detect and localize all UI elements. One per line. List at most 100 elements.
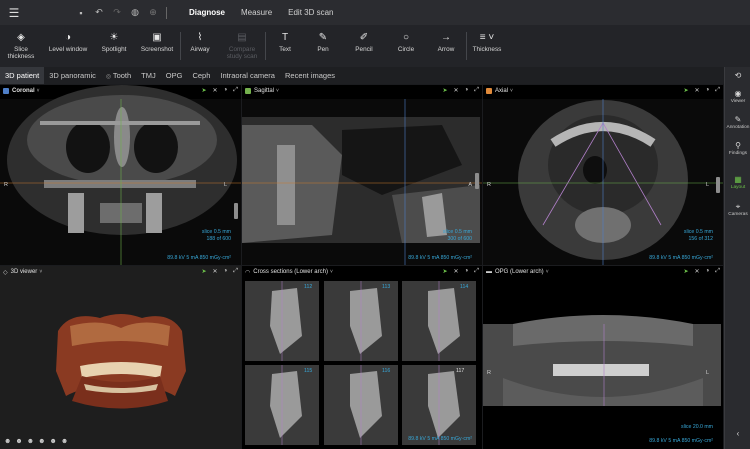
sidebar-label: Annotation [726, 125, 750, 130]
skull-bottom-icon[interactable]: ☻ [50, 438, 57, 445]
panel-controls: ➤ ✕ ◑ ⤢ [202, 268, 239, 275]
skull-front-icon[interactable]: ☻ [4, 438, 11, 445]
save-icon[interactable]: ▪ [76, 8, 86, 18]
sidebar-item-annotation[interactable]: ✎ Annotation [725, 115, 750, 130]
search-icon: ⚲ [735, 141, 741, 150]
slice-scrollbar[interactable] [475, 173, 479, 189]
contrast-icon[interactable]: ◑ [706, 268, 710, 275]
panel-title: OPG (Lower arch) [495, 269, 544, 275]
tab-tmj[interactable]: TMJ [136, 67, 161, 84]
level-window-icon: ◑ [64, 32, 72, 43]
collapse-sidebar-icon[interactable]: ‹ [725, 429, 750, 439]
section-number: 112 [304, 284, 313, 290]
expand-icon[interactable]: ⤢ [233, 87, 238, 94]
redo-icon[interactable]: ↷ [112, 7, 122, 18]
coronal-panel[interactable]: Coronal ˅ ➤ ✕ ◑ ⤢ R L slice 0.5 mm 188 of… [0, 85, 241, 265]
reset-view-icon[interactable]: ⟲ [725, 71, 750, 81]
expand-icon[interactable]: ⤢ [474, 268, 479, 275]
tab-3d-panoramic[interactable]: 3D panoramic [44, 67, 101, 84]
contrast-icon[interactable]: ◑ [465, 268, 469, 275]
expand-icon[interactable]: ⤢ [233, 268, 238, 275]
airway-icon: ⌇ [197, 32, 203, 43]
chevron-down-icon[interactable]: ˅ [510, 88, 513, 94]
circle-tool[interactable]: ○ Circle [386, 25, 426, 53]
panel-title: Sagittal [254, 88, 275, 94]
crosshair-icon[interactable]: ✕ [695, 87, 700, 94]
cross-sections-panel[interactable]: ◠ Cross sections (Lower arch) ˅ ➤ ✕ ◑ ⤢ … [242, 266, 482, 449]
slice-scrollbar[interactable] [716, 177, 720, 193]
thickness-tool[interactable]: ≡ ˅ Thickness [467, 25, 507, 53]
nav-measure[interactable]: Measure [233, 0, 280, 25]
right-sidebar: ⟲ ◉ Viewer ✎ Annotation ⚲ Findings ▦ Layout … [724, 67, 750, 449]
opg-panel[interactable]: ▬ OPG (Lower arch) ˅ ➤ ✕ ◑ ⤢ R L slice 2… [483, 266, 723, 449]
3d-viewer-panel[interactable]: ◇ 3D viewer ˅ ➤ ✕ ◑ ⤢ ☻ ☻ ☻ ☻ ☻ ☻ [0, 266, 241, 449]
chevron-down-icon[interactable]: ˅ [546, 269, 549, 275]
sagittal-panel[interactable]: Sagittal ˅ ➤ ✕ ◑ ⤢ A slice 0.5 mm 300 of … [242, 85, 482, 265]
nav-diagnose[interactable]: Diagnose [181, 0, 233, 25]
main-nav: Diagnose Measure Edit 3D scan [181, 0, 342, 25]
help-icon[interactable]: ⊕ [148, 7, 158, 18]
tab-ceph[interactable]: Ceph [187, 67, 215, 84]
panel-title: 3D viewer [10, 269, 38, 275]
axial-panel[interactable]: Axial ˅ ➤ ✕ ◑ ⤢ R L slice 0.5 mm 156 of 3… [483, 85, 723, 265]
chevron-down-icon[interactable]: ˅ [39, 269, 42, 275]
expand-icon[interactable]: ⤢ [715, 268, 720, 275]
slice-scrollbar[interactable] [234, 203, 238, 219]
crosshair-icon[interactable]: ✕ [213, 87, 218, 94]
tab-intraoral-camera[interactable]: Intraoral camera [215, 67, 280, 84]
crosshair-icon[interactable]: ✕ [454, 268, 459, 275]
cursor-icon[interactable]: ➤ [443, 87, 448, 94]
expand-icon[interactable]: ⤢ [474, 87, 479, 94]
cursor-icon[interactable]: ➤ [684, 87, 689, 94]
chevron-down-icon[interactable]: ˅ [37, 88, 40, 94]
crosshair-icon[interactable]: ✕ [213, 268, 218, 275]
airway-tool[interactable]: ⌇ Airway [181, 25, 219, 53]
cursor-icon[interactable]: ➤ [202, 87, 207, 94]
cursor-icon[interactable]: ➤ [684, 268, 689, 275]
expand-icon[interactable]: ⤢ [715, 87, 720, 94]
contrast-icon[interactable]: ◑ [224, 268, 228, 275]
sidebar-label: Cameras [728, 212, 748, 217]
nav-edit-3d-scan[interactable]: Edit 3D scan [280, 0, 341, 25]
skull-left-icon[interactable]: ☻ [15, 438, 22, 445]
skull-back-icon[interactable]: ☻ [61, 438, 68, 445]
globe-icon[interactable]: ◍ [130, 7, 140, 18]
contrast-icon[interactable]: ◑ [706, 87, 710, 94]
arrow-icon: → [441, 32, 451, 43]
tool-label: Pencil [355, 46, 373, 53]
chevron-down-icon[interactable]: ˅ [276, 88, 279, 94]
slice-thickness-tool[interactable]: ◈ Slice thickness [0, 25, 42, 60]
text-tool[interactable]: T Text [266, 25, 304, 53]
section-number: 113 [382, 284, 391, 290]
exposure-params: 89.8 kV 5 mA 850 mGy·cm² [649, 438, 713, 444]
arrow-tool[interactable]: → Arrow [426, 25, 466, 53]
sagittal-color-swatch [245, 88, 251, 94]
screenshot-tool[interactable]: ▣ Screenshot [134, 25, 180, 53]
skull-right-icon[interactable]: ☻ [27, 438, 34, 445]
menu-icon[interactable]: ☰ [0, 0, 28, 25]
sidebar-item-cameras[interactable]: ⌖ Cameras [725, 202, 750, 217]
cursor-icon[interactable]: ➤ [202, 268, 207, 275]
pencil-tool[interactable]: ✐ Pencil [342, 25, 386, 53]
contrast-icon[interactable]: ◑ [465, 87, 469, 94]
tab-recent-images[interactable]: Recent images [280, 67, 340, 84]
pencil-icon: ✐ [359, 32, 369, 43]
cursor-icon[interactable]: ➤ [443, 268, 448, 275]
skull-top-icon[interactable]: ☻ [38, 438, 45, 445]
contrast-icon[interactable]: ◑ [224, 87, 228, 94]
crosshair-icon[interactable]: ✕ [695, 268, 700, 275]
tab-opg[interactable]: OPG [161, 67, 188, 84]
layout-icon: ▦ [734, 175, 742, 184]
sidebar-item-findings[interactable]: ⚲ Findings [725, 141, 750, 156]
spotlight-tool[interactable]: ☀ Spotlight [94, 25, 134, 53]
sidebar-item-viewer[interactable]: ◉ Viewer [725, 89, 750, 104]
chevron-down-icon[interactable]: ˅ [330, 269, 333, 275]
pen-tool[interactable]: ✎ Pen [304, 25, 342, 53]
tab-tooth[interactable]: ◎ Tooth [101, 67, 136, 84]
coronal-color-swatch [3, 88, 9, 94]
undo-icon[interactable]: ↶ [94, 7, 104, 18]
level-window-tool[interactable]: ◑ Level window [42, 25, 94, 53]
tab-3d-patient[interactable]: 3D patient [0, 67, 45, 84]
sidebar-item-layout[interactable]: ▦ Layout [725, 175, 750, 190]
crosshair-icon[interactable]: ✕ [454, 87, 459, 94]
